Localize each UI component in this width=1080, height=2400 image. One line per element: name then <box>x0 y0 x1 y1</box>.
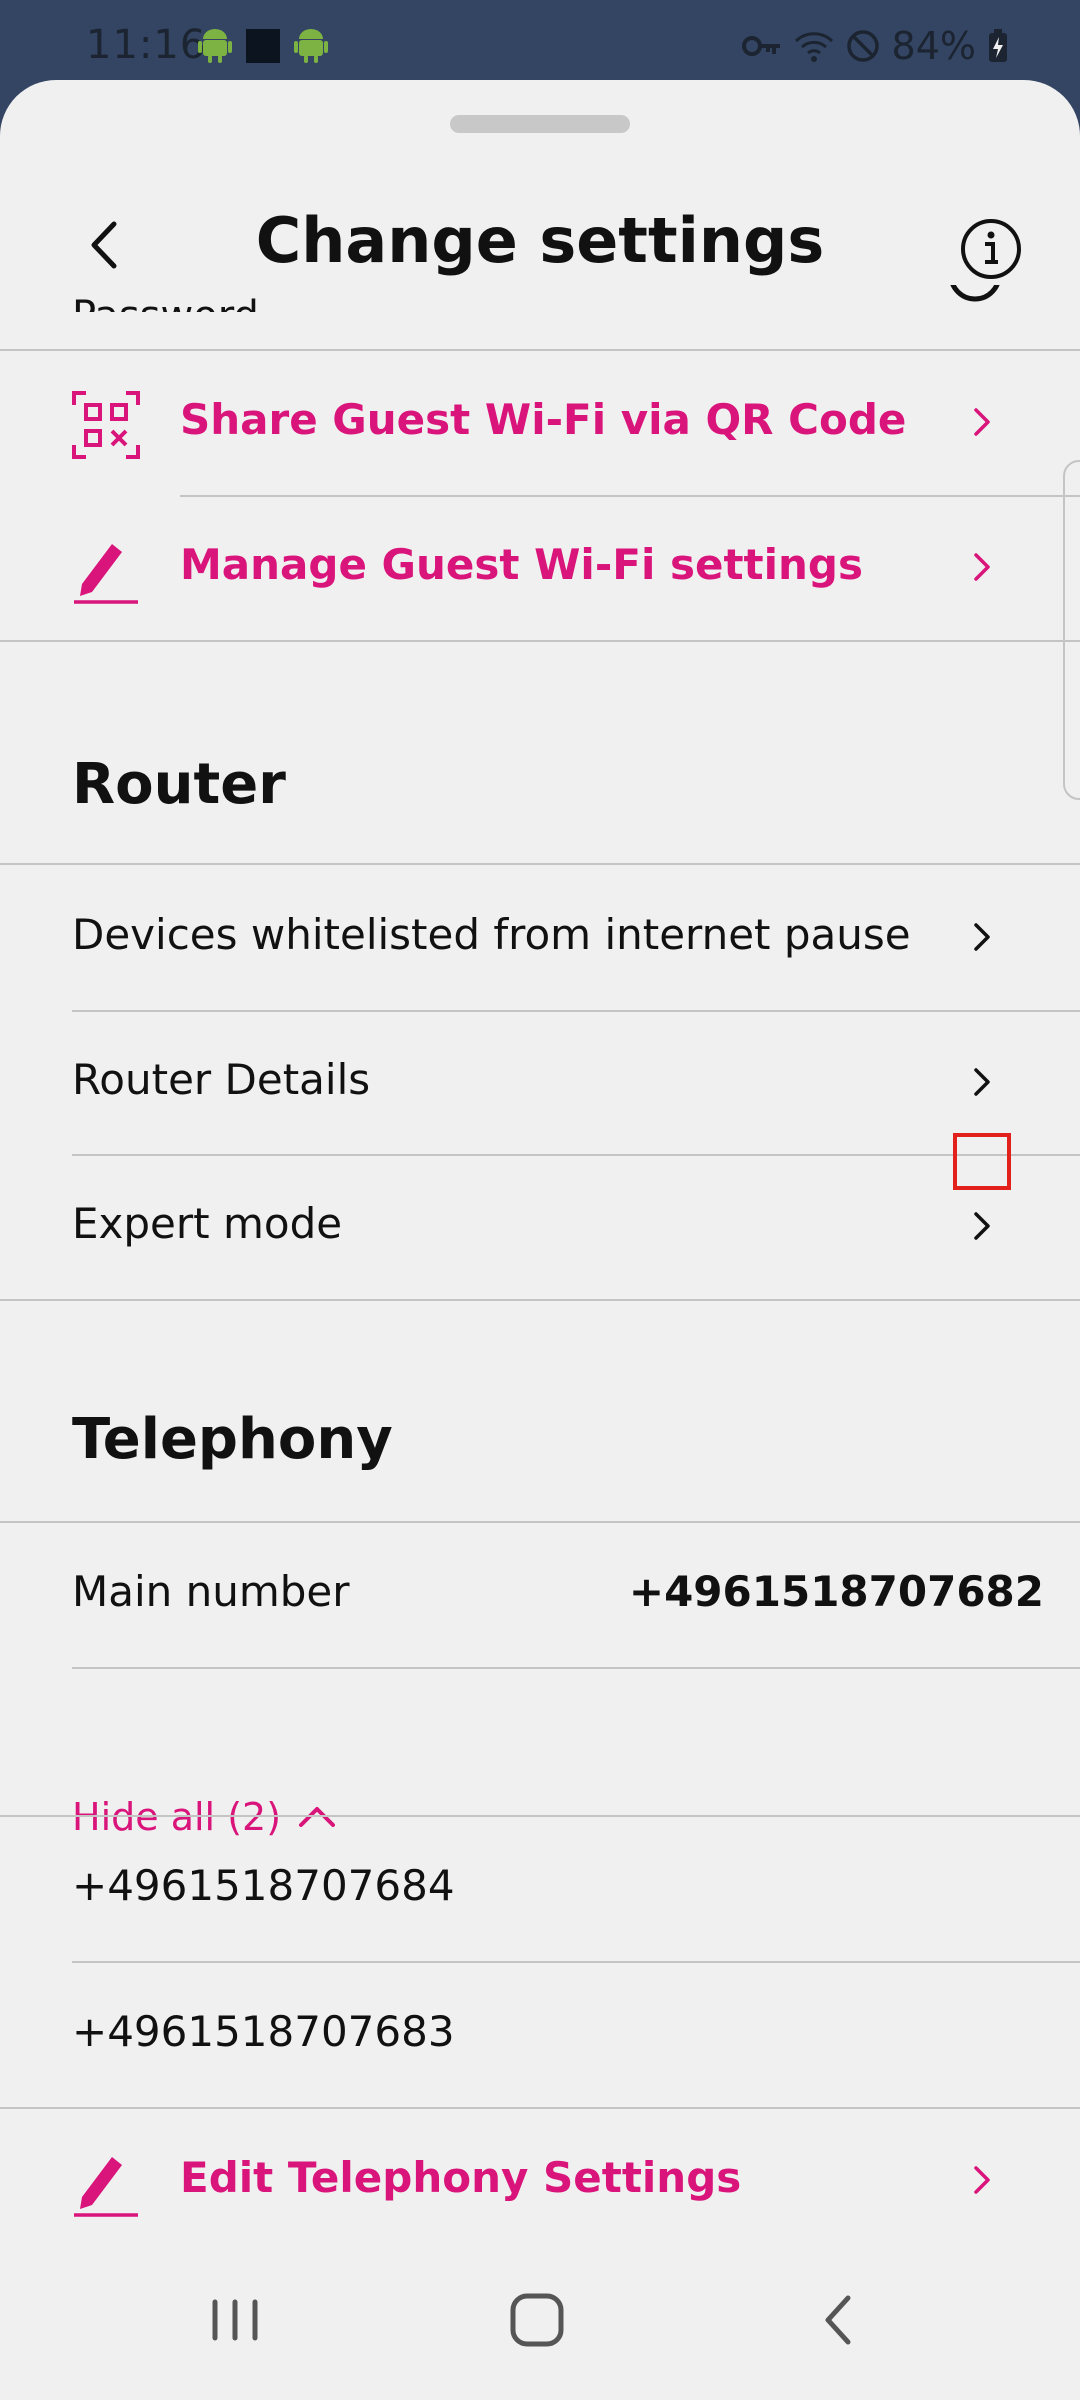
share-guest-wifi-row[interactable]: Share Guest Wi-Fi via QR Code <box>0 351 1080 495</box>
phone-number: +4961518707683 <box>72 2007 455 2056</box>
do-not-disturb-icon <box>846 30 879 62</box>
router-heading: Router <box>72 752 286 817</box>
vpn-key-icon <box>741 36 780 56</box>
pencil-icon <box>74 2157 138 2217</box>
home-icon[interactable] <box>497 2280 577 2360</box>
expert-mode-row[interactable]: Expert mode <box>0 1155 1080 1299</box>
scroll-indicator-tab[interactable] <box>1063 460 1080 800</box>
status-notification-icons <box>198 28 328 64</box>
back-icon[interactable] <box>800 2280 880 2360</box>
main-number-row: Main number +4961518707682 <box>0 1523 1080 1667</box>
edit-telephony-label: Edit Telephony Settings <box>180 2153 742 2202</box>
phone-number: +4961518707684 <box>72 1861 455 1910</box>
clipped-password-label: Password <box>72 288 259 312</box>
router-details-row[interactable]: Router Details <box>0 1011 1080 1155</box>
chevron-right-icon <box>974 553 990 581</box>
wifi-icon <box>794 32 833 62</box>
recent-apps-icon[interactable] <box>195 2280 275 2360</box>
divider <box>0 863 1080 865</box>
phone-number-row: +4961518707683 <box>0 1963 1080 2107</box>
chevron-right-icon <box>974 923 990 951</box>
manage-guest-wifi-label: Manage Guest Wi-Fi settings <box>180 540 863 589</box>
battery-percent: 84% <box>891 24 976 68</box>
chevron-right-icon <box>974 2166 990 2194</box>
page-title: Change settings <box>255 204 825 277</box>
android-icon <box>294 29 328 63</box>
status-time: 11:16 <box>86 22 207 68</box>
router-details-highlight <box>953 1133 1011 1190</box>
app-square-icon <box>246 29 280 63</box>
chevron-right-icon <box>974 1212 990 1240</box>
manage-guest-wifi-row[interactable]: Manage Guest Wi-Fi settings <box>0 496 1080 640</box>
battery-charging-icon <box>989 29 1007 62</box>
expert-mode-label: Expert mode <box>72 1199 343 1248</box>
telephony-heading: Telephony <box>72 1407 393 1472</box>
divider <box>0 1299 1080 1301</box>
android-icon <box>198 29 232 63</box>
sheet-grabber-handle[interactable] <box>450 115 630 133</box>
router-details-label: Router Details <box>72 1055 371 1104</box>
info-icon[interactable] <box>958 216 1024 282</box>
edit-telephony-row[interactable]: Edit Telephony Settings <box>0 2109 1080 2253</box>
status-bar: 11:16 84% <box>0 0 1080 80</box>
devices-whitelisted-label: Devices whitelisted from internet pause <box>72 910 911 959</box>
chevron-right-icon <box>974 408 990 436</box>
main-number-label: Main number <box>72 1567 350 1616</box>
phone-number-row: +4961518707684 <box>0 1817 1080 1961</box>
share-guest-wifi-label: Share Guest Wi-Fi via QR Code <box>180 395 907 444</box>
chevron-right-icon[interactable] <box>956 1057 1006 1107</box>
main-number-value: +4961518707682 <box>628 1567 1044 1616</box>
devices-whitelisted-row[interactable]: Devices whitelisted from internet pause <box>0 866 1080 1010</box>
settings-sheet: Change settings Password Share Guest Wi-… <box>0 80 1080 2400</box>
header: Change settings Password <box>0 190 1080 350</box>
qr-code-icon <box>72 391 140 459</box>
clipped-eye-icon <box>950 285 1000 302</box>
divider <box>0 640 1080 642</box>
pencil-icon <box>74 544 138 604</box>
status-system-icons: 84% <box>741 24 1008 68</box>
divider <box>72 1667 1080 1669</box>
system-navigation-bar <box>0 2240 1080 2400</box>
